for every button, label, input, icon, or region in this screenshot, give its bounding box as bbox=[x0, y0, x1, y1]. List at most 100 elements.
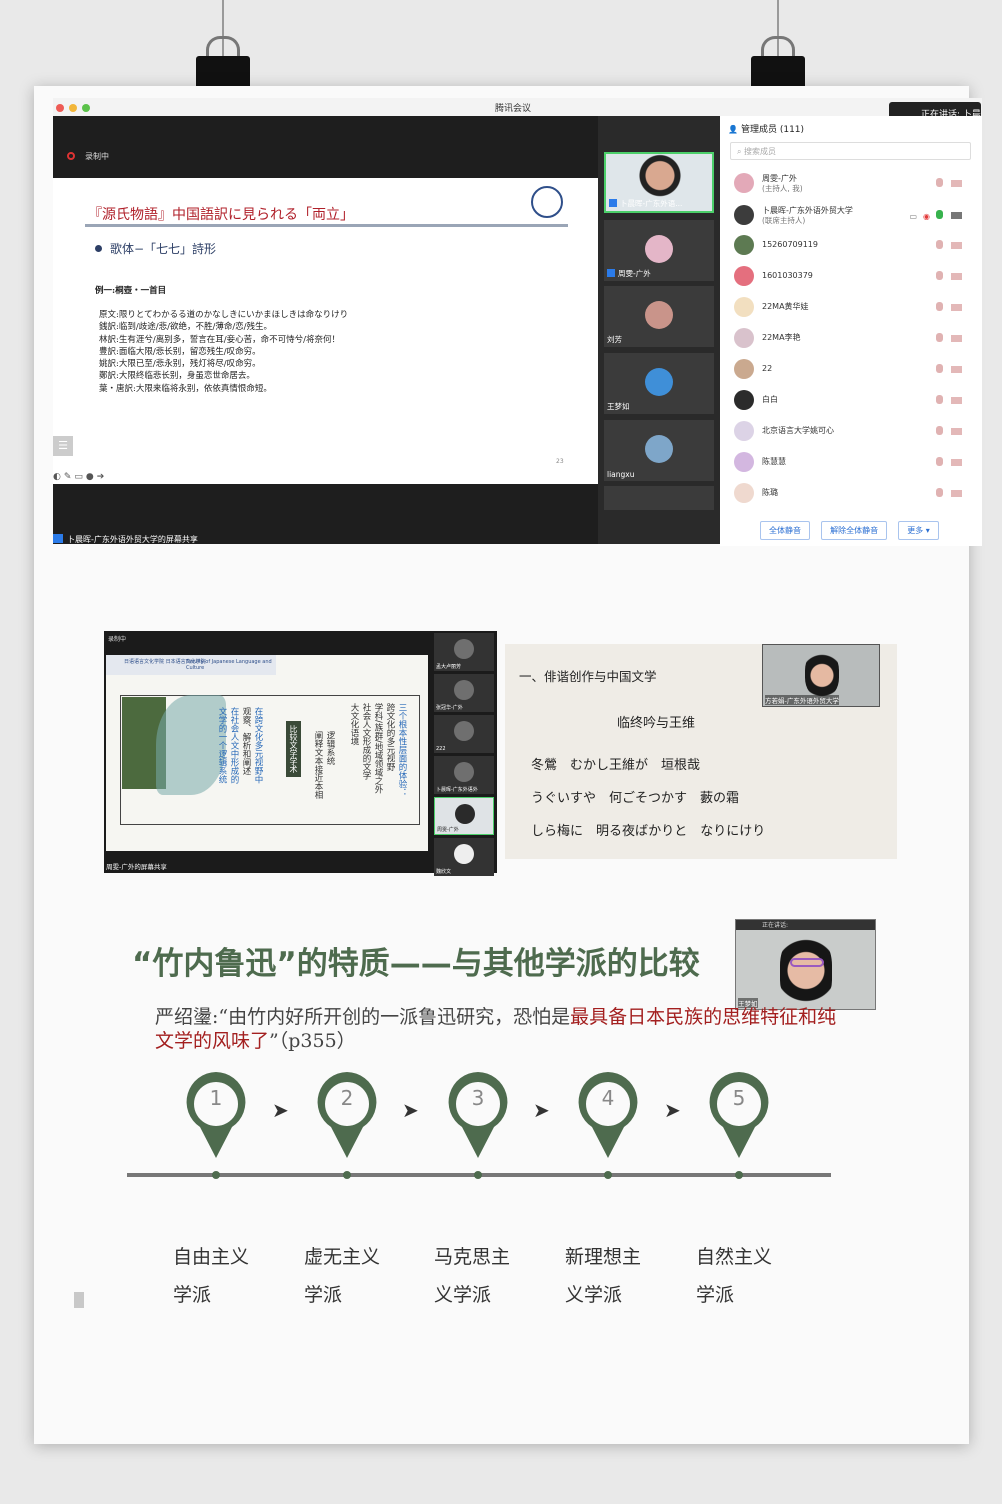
avatar bbox=[645, 301, 673, 329]
video-name: 222 bbox=[436, 746, 446, 752]
slide-line: 銭訳:临到/歧途/悲/欲绝，不胜/薄命/恋/残生。 bbox=[99, 322, 273, 333]
screen-share-icon: ▭ bbox=[909, 212, 918, 221]
video-name: 方若娟-广东外语外贸大学 bbox=[765, 695, 839, 705]
slide-line: 姚訳:大限已至/悲永别，残灯将尽/叹命穷。 bbox=[99, 359, 261, 370]
video-tile[interactable]: 卜晨晖-广东外语... bbox=[604, 152, 714, 213]
avatar bbox=[734, 235, 754, 255]
member-name: 1601030379 bbox=[762, 271, 813, 280]
video-name: liangxu bbox=[607, 470, 635, 479]
member-row[interactable]: 陈璐 bbox=[734, 480, 970, 506]
member-row[interactable]: 22MA李艳 bbox=[734, 325, 970, 351]
search-placeholder: 搜索成员 bbox=[744, 147, 777, 156]
screen-share-bar[interactable]: 卜晨晖-广东外语外贸大学的屏幕共享 bbox=[53, 534, 198, 545]
member-row[interactable]: 周雯-广外 (主持人, 我) bbox=[734, 170, 970, 196]
step-number: 3 bbox=[471, 1086, 485, 1110]
member-controls[interactable] bbox=[936, 364, 962, 375]
member-search-input[interactable]: ⌕ 搜索成员 bbox=[730, 142, 971, 160]
member-row[interactable]: 陈慧慧 bbox=[734, 449, 970, 475]
step-pin: 3 bbox=[442, 1068, 514, 1160]
video-name: 魏欣文 bbox=[436, 869, 452, 875]
video-strip: 卜晨晖-广东外语... 周雯-广外 刘芳 王梦如 liangxu bbox=[598, 116, 720, 544]
camera-off-icon bbox=[951, 459, 962, 466]
member-row[interactable]: 白白 bbox=[734, 387, 970, 413]
unmute-all-button[interactable]: 解除全体静音 bbox=[821, 521, 888, 540]
video-tile[interactable]: 张冠华-广外 bbox=[434, 674, 494, 712]
member-controls[interactable] bbox=[936, 457, 962, 468]
close-window-button[interactable] bbox=[56, 104, 64, 112]
member-controls[interactable]: ▭ ◉ bbox=[909, 210, 962, 221]
participant-video bbox=[805, 649, 839, 697]
slide-line: 葉・唐訳:大限来临将永别，依依真情恨命短。 bbox=[99, 383, 272, 394]
member-controls[interactable] bbox=[936, 178, 962, 189]
video-tile[interactable]: 魏欣文 bbox=[434, 838, 494, 876]
member-row[interactable]: 1601030379 bbox=[734, 263, 970, 289]
shared-slide-2: 日语语言文化学院 日本语言文化学院 Faculty of Japanese La… bbox=[106, 655, 428, 851]
video-tile[interactable]: 王梦如 bbox=[604, 353, 714, 414]
member-controls[interactable] bbox=[936, 302, 962, 313]
mic-off-icon bbox=[936, 395, 943, 404]
mic-off-icon bbox=[936, 364, 943, 373]
avatar bbox=[454, 762, 474, 782]
more-button[interactable]: 更多 ▾ bbox=[898, 521, 939, 540]
video-strip-2: 孟大卢丽芳 张冠华-广外 222 卜晨晖-广东外语外 周雯-广外 魏欣文 bbox=[434, 633, 497, 876]
speaker-video[interactable]: 方若娟-广东外语外贸大学 bbox=[762, 644, 880, 707]
haiku-line: 冬鶯 むかし王維が 垣根哉 bbox=[531, 758, 701, 773]
video-tile[interactable]: 刘芳 bbox=[604, 286, 714, 347]
vertical-text: 大文化语境 bbox=[349, 703, 359, 746]
step-pin: 4 bbox=[572, 1068, 644, 1160]
speaker-video[interactable]: 正在讲话: 王梦如 bbox=[735, 919, 876, 1010]
mic-off-icon bbox=[936, 302, 943, 311]
mic-off-icon bbox=[936, 457, 943, 466]
member-controls[interactable] bbox=[936, 395, 962, 406]
member-controls[interactable] bbox=[936, 426, 962, 437]
member-controls[interactable] bbox=[936, 488, 962, 499]
slide-divider bbox=[85, 224, 568, 227]
vertical-text: 社会人文形成的文学 bbox=[361, 703, 371, 780]
mute-all-button[interactable]: 全体静音 bbox=[760, 521, 810, 540]
screen-share-bar[interactable]: 周雯-广外的屏幕共享 bbox=[106, 861, 167, 871]
avatar bbox=[734, 452, 754, 472]
screen-share-stage: 录制中 『源氏物語』中国語訳に見られる「両立」 歌体−「七七」詩形 例一:桐壺・… bbox=[53, 116, 598, 544]
member-name: 白白 bbox=[762, 395, 778, 404]
member-panel-header: 管理成员 (111) bbox=[728, 122, 804, 135]
video-tile[interactable]: liangxu bbox=[604, 420, 714, 481]
member-row[interactable]: 北京语言大学姚可心 bbox=[734, 418, 970, 444]
page-marker bbox=[74, 1292, 84, 1308]
school-label: 虚无主义 学派 bbox=[304, 1246, 381, 1306]
recording-label: 录制中 bbox=[85, 152, 109, 161]
video-tile[interactable]: 222 bbox=[434, 715, 494, 753]
member-row[interactable]: 卜晨晖-广东外语外贸大学 (联席主持人) ▭ ◉ bbox=[734, 202, 970, 228]
vertical-text: 学科/族群/地域领域之外 bbox=[373, 703, 383, 794]
member-controls[interactable] bbox=[936, 240, 962, 251]
member-controls[interactable] bbox=[936, 333, 962, 344]
member-row[interactable]: 22 bbox=[734, 356, 970, 382]
maximize-window-button[interactable] bbox=[82, 104, 90, 112]
user-icon bbox=[53, 534, 63, 543]
video-name: 张冠华-广外 bbox=[436, 705, 463, 711]
video-tile[interactable]: 周雯-广外 bbox=[604, 220, 714, 281]
member-row[interactable]: 22MA黄华娃 bbox=[734, 294, 970, 320]
video-tile[interactable]: 卜晨晖-广东外语外 bbox=[434, 756, 494, 794]
annotation-toolbar[interactable]: ◐✎▭●➔ bbox=[53, 472, 107, 482]
avatar bbox=[454, 721, 474, 741]
chevron-right-icon: ➤ bbox=[664, 1098, 681, 1122]
member-name: 15260709119 bbox=[762, 240, 818, 249]
slide-subtitle: 临终吟与王维 bbox=[617, 716, 696, 731]
camera-off-icon bbox=[951, 366, 962, 373]
share-bar-label: 卜晨晖-广东外语外贸大学的屏幕共享 bbox=[67, 535, 198, 544]
minimize-window-button[interactable] bbox=[69, 104, 77, 112]
video-name: 卜晨晖-广东外语... bbox=[609, 198, 682, 209]
avatar bbox=[454, 844, 474, 864]
video-tile[interactable] bbox=[604, 486, 714, 510]
video-tile[interactable]: 周雯-广外 bbox=[434, 797, 494, 835]
step-number: 4 bbox=[601, 1086, 615, 1110]
recording-indicator[interactable]: 录制中 bbox=[67, 151, 109, 162]
video-tile[interactable]: 孟大卢丽芳 bbox=[434, 633, 494, 671]
member-controls[interactable] bbox=[936, 271, 962, 282]
slide-menu-icon[interactable]: ☰ bbox=[53, 436, 73, 456]
vertical-text: 阐释文本接近本相 bbox=[313, 731, 323, 799]
avatar bbox=[455, 804, 475, 824]
member-row[interactable]: 15260709119 bbox=[734, 232, 970, 258]
slide-title: 一、俳谐创作与中国文学 bbox=[519, 669, 657, 684]
slide-header: 日语语言文化学院 日本语言文化学院 Faculty of Japanese La… bbox=[106, 655, 276, 675]
